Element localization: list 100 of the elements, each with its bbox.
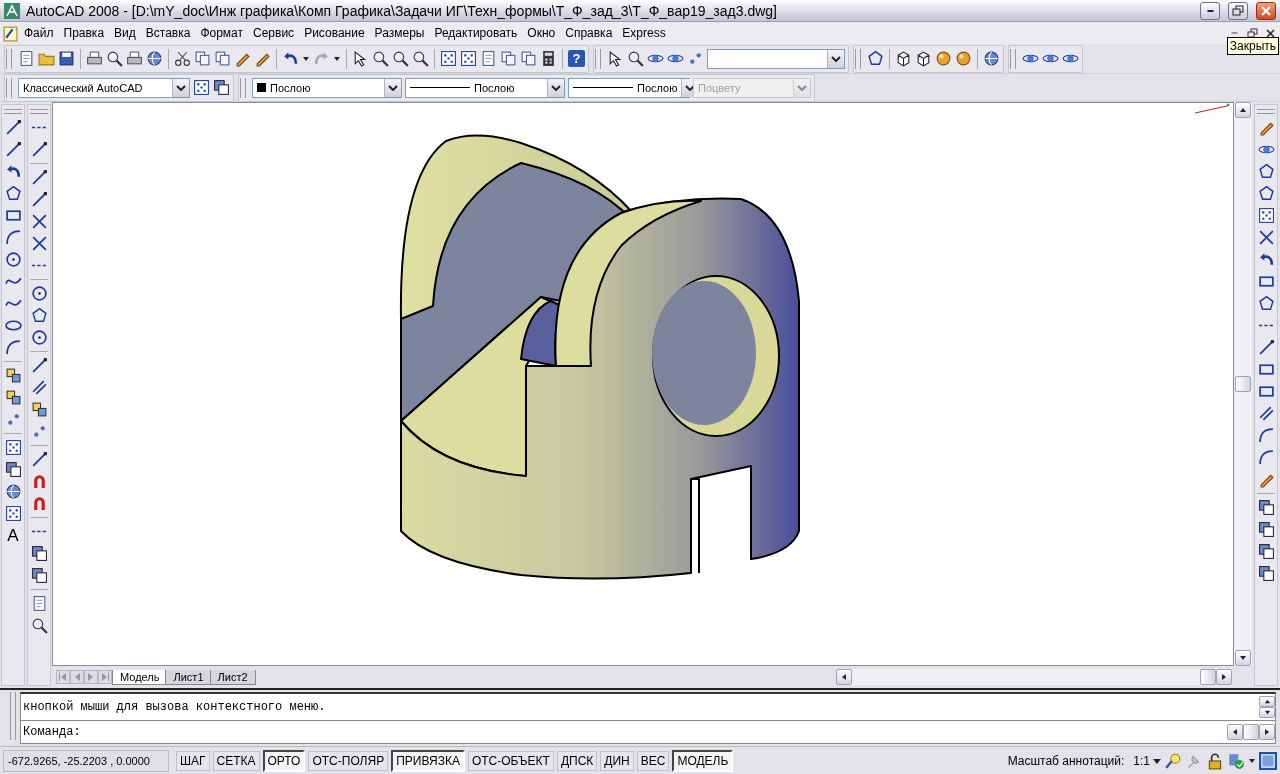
workspace-dropdown[interactable]: Классический AutoCAD xyxy=(18,77,190,98)
curved-arrow-icon[interactable] xyxy=(1257,251,1275,268)
scroll-left-button[interactable] xyxy=(836,669,852,685)
cursor-icon[interactable] xyxy=(352,50,369,67)
magnifier-icon[interactable] xyxy=(30,617,48,634)
polygon-icon[interactable] xyxy=(867,50,884,67)
blocks-icon[interactable] xyxy=(4,367,22,384)
help-button[interactable]: ? xyxy=(568,50,585,67)
polygon-icon[interactable] xyxy=(1257,185,1275,202)
menu-item[interactable]: Формат xyxy=(195,26,249,40)
scroll-right-button[interactable] xyxy=(1259,724,1275,740)
pages-icon[interactable] xyxy=(214,50,231,67)
menu-item[interactable]: Рисование xyxy=(299,26,370,40)
line-icon[interactable] xyxy=(30,141,48,158)
grid-icon[interactable] xyxy=(460,50,477,67)
parallel-lines-icon[interactable] xyxy=(30,379,48,396)
globe-icon[interactable] xyxy=(146,50,163,67)
scroll-down-button[interactable] xyxy=(1259,707,1275,718)
stacked-squares-icon[interactable] xyxy=(1257,499,1275,516)
status-toggle[interactable]: ОРТО xyxy=(262,749,306,772)
scissors-icon[interactable] xyxy=(174,50,191,67)
cursor-icon[interactable] xyxy=(607,50,624,67)
grid-icon[interactable] xyxy=(193,79,210,96)
scrollbar-thumb[interactable] xyxy=(1235,376,1251,392)
menu-item[interactable]: Вставка xyxy=(140,26,196,40)
rectangle-icon[interactable] xyxy=(1257,361,1275,378)
menu-item[interactable]: Вид xyxy=(109,26,141,40)
curved-arrow-icon[interactable] xyxy=(282,50,299,67)
printer-icon[interactable] xyxy=(86,50,103,67)
restore-button[interactable] xyxy=(1228,1,1248,20)
cube-icon[interactable] xyxy=(895,50,912,67)
curved-arrow-icon[interactable] xyxy=(4,163,22,180)
magnifier-icon[interactable] xyxy=(392,50,409,67)
stacked-squares-icon[interactable] xyxy=(4,461,22,478)
line-icon[interactable] xyxy=(1257,339,1275,356)
circle-icon[interactable] xyxy=(30,329,48,346)
status-toggle[interactable]: МОДЕЛЬ xyxy=(672,749,734,772)
linetype-dropdown[interactable]: Послою xyxy=(568,77,690,98)
scroll-left-button[interactable] xyxy=(1227,724,1243,740)
scrollbar-thumb[interactable] xyxy=(1243,724,1259,740)
printer-icon[interactable] xyxy=(126,50,143,67)
scrollbar-thumb[interactable] xyxy=(1200,669,1216,685)
grid-icon[interactable] xyxy=(4,505,22,522)
ellipse-icon[interactable] xyxy=(4,317,22,334)
globe-icon[interactable] xyxy=(983,50,1000,67)
status-toggle[interactable]: ПРИВЯЗКА xyxy=(391,749,465,772)
polygon-icon[interactable] xyxy=(30,307,48,324)
magnifier-icon[interactable] xyxy=(372,50,389,67)
command-input[interactable]: Команда: xyxy=(20,721,1276,744)
menu-item[interactable]: Правка xyxy=(58,26,110,40)
linetype-dropdown[interactable]: Послою xyxy=(405,77,565,98)
polygon-icon[interactable] xyxy=(4,185,22,202)
clean-screen-icon[interactable] xyxy=(1259,751,1277,770)
dots-icon[interactable] xyxy=(687,50,704,67)
blocks-icon[interactable] xyxy=(30,401,48,418)
restore-button[interactable] xyxy=(1244,26,1260,40)
menu-item[interactable]: Файл xyxy=(19,26,59,40)
arc-icon[interactable] xyxy=(1257,427,1275,444)
stacked-squares-icon[interactable] xyxy=(213,79,230,96)
grid-icon[interactable] xyxy=(1257,207,1275,224)
line-icon[interactable] xyxy=(30,191,48,208)
check-icon[interactable] xyxy=(1227,751,1245,770)
status-toggle[interactable]: ОТС-ПОЛЯР xyxy=(308,750,389,771)
color-dropdown[interactable]: Послою xyxy=(252,77,402,98)
cross-icon[interactable] xyxy=(30,213,48,230)
stacked-squares-icon[interactable] xyxy=(1257,565,1275,582)
circle-icon[interactable] xyxy=(30,285,48,302)
menu-item[interactable]: Редактировать xyxy=(429,26,523,40)
menu-item[interactable]: Размеры xyxy=(369,26,430,40)
close-button[interactable] xyxy=(1256,1,1276,20)
status-toggle[interactable]: ДИН xyxy=(600,750,634,771)
polygon-icon[interactable] xyxy=(1257,295,1275,312)
scroll-up-button[interactable] xyxy=(1259,696,1275,707)
document-icon[interactable] xyxy=(2,24,19,42)
status-toggle[interactable]: ДПСК xyxy=(556,750,598,771)
status-toggle[interactable]: ВЕС xyxy=(636,750,670,771)
arc-icon[interactable] xyxy=(1257,449,1275,466)
rectangle-icon[interactable] xyxy=(1257,383,1275,400)
line-icon[interactable] xyxy=(30,357,48,374)
document-icon[interactable] xyxy=(18,50,35,67)
magnifier-icon[interactable] xyxy=(412,50,429,67)
status-toggle[interactable]: СЕТКА xyxy=(212,750,260,771)
stacked-squares-icon[interactable] xyxy=(1257,543,1275,560)
cross-icon[interactable] xyxy=(1257,229,1275,246)
text-tool[interactable]: A xyxy=(4,527,22,544)
annotation-scale-dropdown[interactable]: 1:1 xyxy=(1133,753,1161,768)
layout-tab[interactable]: Модель xyxy=(112,669,168,685)
magnifier-icon[interactable] xyxy=(627,50,644,67)
pages-icon[interactable] xyxy=(520,50,537,67)
stacked-squares-icon[interactable] xyxy=(1257,521,1275,538)
grid-icon[interactable] xyxy=(4,439,22,456)
sphere-icon[interactable] xyxy=(935,50,952,67)
grid-icon[interactable] xyxy=(440,50,457,67)
calculator-icon[interactable] xyxy=(540,50,557,67)
menu-item[interactable]: Окно xyxy=(522,26,561,40)
scroll-up-button[interactable] xyxy=(1235,102,1251,118)
view-dropdown[interactable] xyxy=(707,48,845,69)
stacked-squares-icon[interactable] xyxy=(30,567,48,584)
scroll-down-button[interactable] xyxy=(1235,650,1251,666)
cube-icon[interactable] xyxy=(915,50,932,67)
